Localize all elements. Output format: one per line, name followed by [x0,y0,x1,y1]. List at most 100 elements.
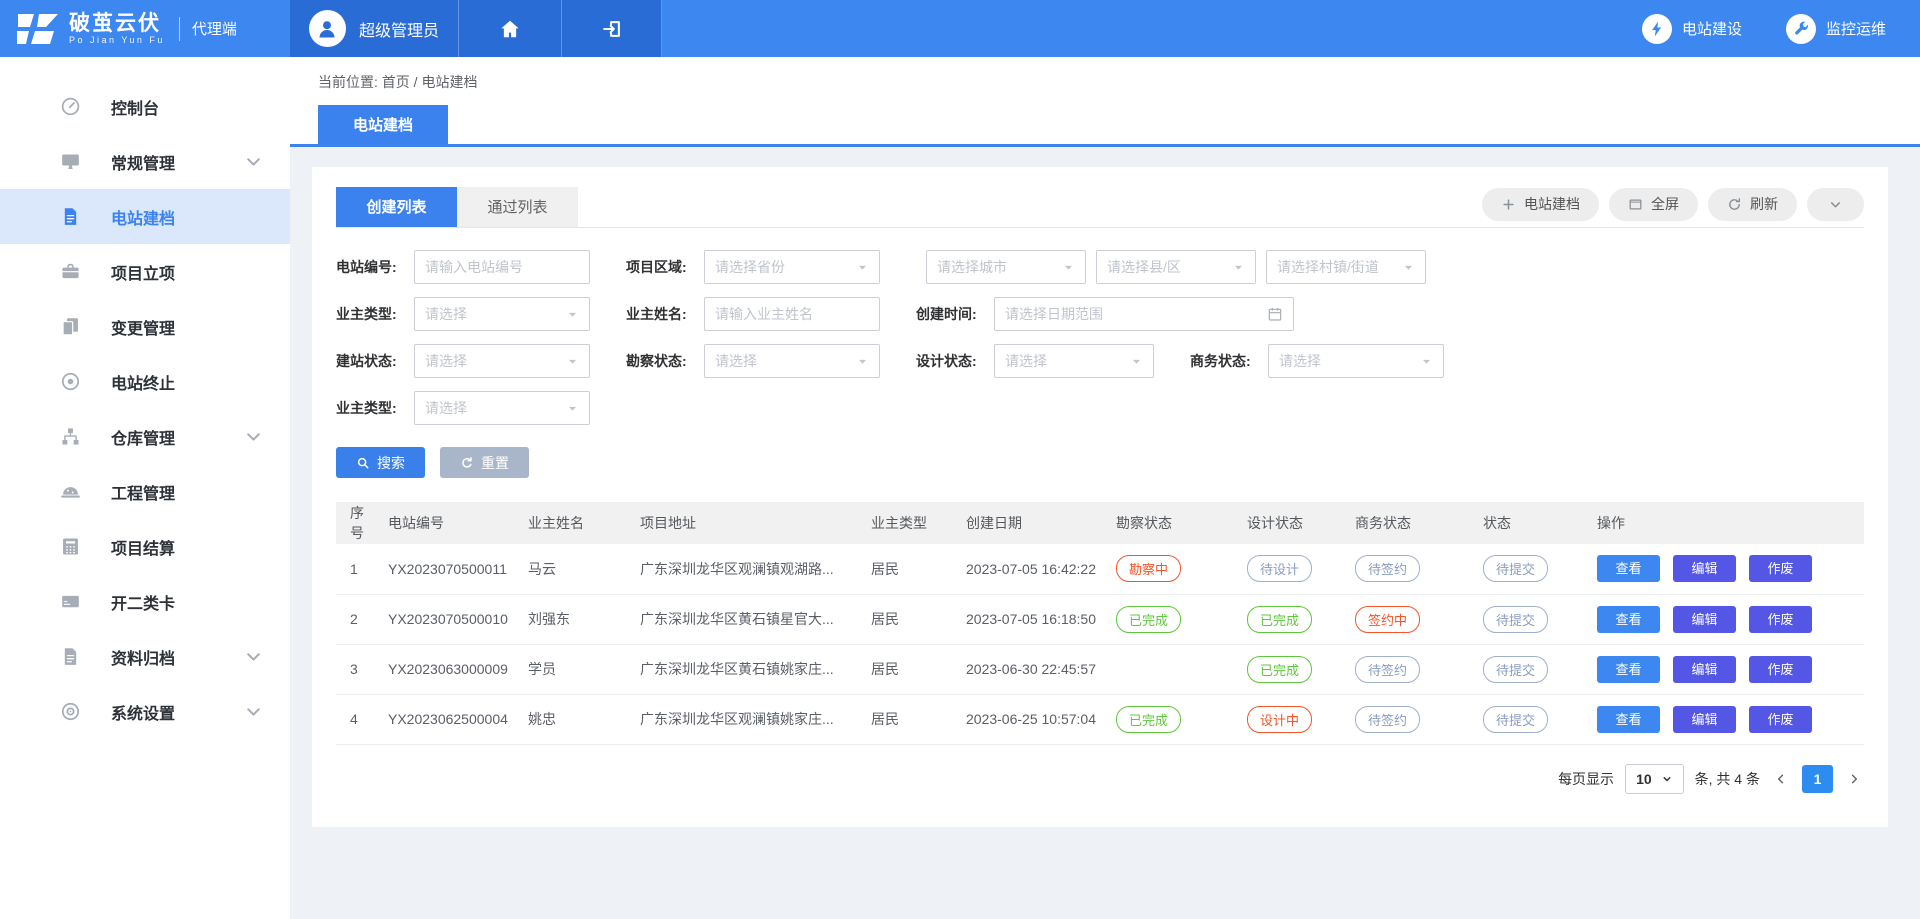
cell-business-status: 待签约 [1347,694,1475,744]
cell-station-code: YX2023070500011 [380,544,520,594]
county-select[interactable]: 请选择县/区 [1096,250,1256,284]
caret-down-icon [1402,261,1415,274]
view-button[interactable]: 查看 [1597,656,1660,683]
page-tab-station-archive[interactable]: 电站建档 [318,105,448,144]
sidebar-item-label: 工程管理 [111,480,175,504]
sidebar-item-system-settings[interactable]: 系统设置 [0,684,290,739]
topnav-monitor-ops[interactable]: 监控运维 [1786,14,1886,44]
sidebar-item-type2-card[interactable]: 开二类卡 [0,574,290,629]
cell-station-code: YX2023063000009 [380,644,520,694]
caret-down-icon [856,355,869,368]
province-select[interactable]: 请选择省份 [704,250,880,284]
fullscreen-icon [1628,197,1643,212]
build-status-select[interactable]: 请选择 [414,344,590,378]
sidebar-item-data-archive[interactable]: 资料归档 [0,629,290,684]
cell-project-address: 广东深圳龙华区黄石镇星官大... [632,594,863,644]
cell-design-status: 待设计 [1239,544,1347,594]
briefcase-icon [60,261,81,282]
filter-row: 业主类型:请选择业主姓名:请输入业主姓名创建时间:请选择日期范围 [336,297,1864,331]
void-button[interactable]: 作废 [1749,606,1812,633]
owner-type-2-select[interactable]: 请选择 [414,391,590,425]
station-code-input[interactable]: 请输入电站编号 [414,250,590,284]
home-button[interactable] [459,0,562,57]
search-button[interactable]: 搜索 [336,447,425,478]
create-station-button[interactable]: 电站建档 [1482,188,1599,221]
collapse-button[interactable] [1807,188,1864,221]
cell-create-date: 2023-06-25 10:57:04 [958,694,1108,744]
sidebar-item-label: 项目立项 [111,260,175,284]
button-label: 全屏 [1651,194,1679,214]
pagination: 每页显示 10 条, 共 4 条 1 [336,764,1864,794]
sidebar-item-project-initiation[interactable]: 项目立项 [0,244,290,299]
owner-type-select[interactable]: 请选择 [414,297,590,331]
cell-business-status: 待签约 [1347,644,1475,694]
design-status-select[interactable]: 请选择 [994,344,1154,378]
button-label: 刷新 [1750,194,1778,214]
filter-label: 设计状态: [916,351,994,371]
survey-status-select[interactable]: 请选择 [704,344,880,378]
sidebar-item-warehouse-management[interactable]: 仓库管理 [0,409,290,464]
filter-field-design-status: 设计状态:请选择 [916,344,1154,378]
edit-button[interactable]: 编辑 [1673,656,1736,683]
view-button[interactable]: 查看 [1597,706,1660,733]
design-status-badge: 已完成 [1247,656,1312,683]
sidebar-item-station-termination[interactable]: 电站终止 [0,354,290,409]
city-select[interactable]: 请选择城市 [926,250,1086,284]
filter-row: 建站状态:请选择勘察状态:请选择设计状态:请选择商务状态:请选择 [336,344,1864,378]
edit-button[interactable]: 编辑 [1673,555,1736,582]
village-select[interactable]: 请选择村镇/街道 [1266,250,1426,284]
void-button[interactable]: 作废 [1749,555,1812,582]
col-survey-status: 勘察状态 [1108,502,1239,544]
sidebar-item-engineering-management[interactable]: 工程管理 [0,464,290,519]
survey-status-badge: 已完成 [1116,606,1181,633]
cell-status: 待提交 [1475,694,1589,744]
cell-actions: 查看编辑作废 [1589,644,1864,694]
edit-button[interactable]: 编辑 [1673,706,1736,733]
business-status-select[interactable]: 请选择 [1268,344,1444,378]
reset-button[interactable]: 重置 [440,447,529,478]
void-button[interactable]: 作废 [1749,656,1812,683]
refresh-button[interactable]: 刷新 [1708,188,1797,221]
cell-owner-type: 居民 [863,694,958,744]
caret-down-icon [1062,261,1075,274]
reset-icon [460,456,474,470]
business-status-badge: 签约中 [1355,606,1420,633]
person-icon [315,17,339,41]
void-button[interactable]: 作废 [1749,706,1812,733]
table-row: 4 YX2023062500004 姚忠 广东深圳龙华区观澜镇姚家庄... 居民… [336,694,1864,744]
prev-page-button[interactable] [1771,772,1791,786]
create-time-input[interactable]: 请选择日期范围 [994,297,1294,331]
sidebar-item-general-management[interactable]: 常规管理 [0,134,290,189]
sidebar-item-label: 开二类卡 [111,590,175,614]
topnav-station-build[interactable]: 电站建设 [1642,14,1742,44]
cell-actions: 查看编辑作废 [1589,544,1864,594]
breadcrumb-path[interactable]: 首页 / 电站建档 [382,74,478,90]
tab-create-list[interactable]: 创建列表 [336,187,457,227]
view-button[interactable]: 查看 [1597,555,1660,582]
filter-label: 电站编号: [336,257,414,277]
topbar: 破茧云伏 Po Jian Yun Fu 代理端 超级管理员 电站建设 监控运维 [0,0,1920,57]
sidebar-item-console[interactable]: 控制台 [0,79,290,134]
sidebar-item-label: 项目结算 [111,535,175,559]
filter-label: 业主类型: [336,304,414,324]
edit-button[interactable]: 编辑 [1673,606,1736,633]
filter-field-owner-type: 业主类型:请选择 [336,297,590,331]
fullscreen-button[interactable]: 全屏 [1609,188,1698,221]
sidebar-item-project-settlement[interactable]: 项目结算 [0,519,290,574]
placeholder: 请选择日期范围 [1005,304,1103,324]
user-menu[interactable]: 超级管理员 [290,0,459,57]
tab-pass-list[interactable]: 通过列表 [457,187,578,227]
sidebar-item-station-archive[interactable]: 电站建档 [0,189,290,244]
breadcrumb: 当前位置: 首页 / 电站建档 [318,72,1920,92]
cell-create-date: 2023-07-05 16:42:22 [958,544,1108,594]
owner-name-input[interactable]: 请输入业主姓名 [704,297,880,331]
next-page-button[interactable] [1844,772,1864,786]
page-number-1[interactable]: 1 [1802,765,1833,793]
caret-down-icon [1232,261,1245,274]
table-body: 1 YX2023070500011 马云 广东深圳龙华区观澜镇观湖路... 居民… [336,544,1864,744]
sidebar-item-change-management[interactable]: 变更管理 [0,299,290,354]
logout-button[interactable] [562,0,662,57]
per-page-select[interactable]: 10 [1625,764,1684,794]
view-button[interactable]: 查看 [1597,606,1660,633]
cell-business-status: 待签约 [1347,544,1475,594]
